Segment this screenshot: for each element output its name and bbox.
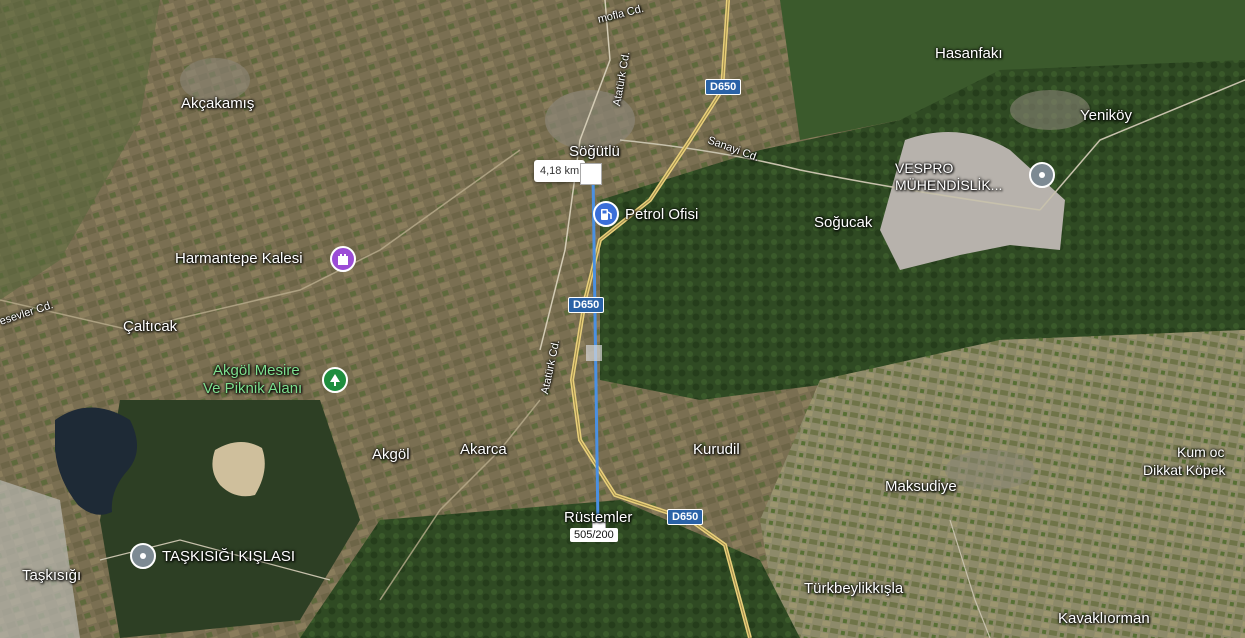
poi-label-akgol-mesire-line1[interactable]: Akgöl Mesire <box>213 362 300 379</box>
place-label-yenikoy: Yeniköy <box>1080 107 1132 124</box>
place-label-maksudiye: Maksudiye <box>885 478 957 495</box>
castle-icon[interactable] <box>330 246 356 272</box>
poi-label-petrol-ofisi[interactable]: Petrol Ofisi <box>625 206 698 223</box>
fuel-pump-icon[interactable] <box>593 201 619 227</box>
place-pin-icon[interactable] <box>130 543 156 569</box>
poi-label-taskisigi-kislasi[interactable]: TAŞKISIĞI KIŞLASI <box>162 548 295 565</box>
poi-label-kum-line2[interactable]: Dikkat Köpek <box>1143 462 1225 478</box>
poi-label-akgol-mesire-line2[interactable]: Ve Piknik Alanı <box>203 380 302 397</box>
place-label-sogutlu: Söğütlü <box>569 143 620 160</box>
place-label-rustemler: Rüstemler <box>564 509 633 526</box>
map-canvas[interactable]: 4,18 km D650 D650 D650 Petrol Ofisi Harm… <box>0 0 1245 638</box>
place-label-caltıcak: Çaltıcak <box>123 318 178 335</box>
scale-label: 505/200 <box>570 528 618 542</box>
poi-label-kum-line1[interactable]: Kum oc <box>1177 444 1224 460</box>
place-label-kavaklıorman: Kavaklıorman <box>1058 610 1150 627</box>
tree-icon[interactable] <box>322 367 348 393</box>
place-label-turkbeylikkisla: Türkbeylikkışla <box>804 580 904 597</box>
place-label-hasanfaki: Hasanfakı <box>935 45 1003 62</box>
road-shield-d650-top: D650 <box>705 79 742 95</box>
place-label-akgol: Akgöl <box>372 446 410 463</box>
place-label-kurudil: Kurudil <box>693 441 740 458</box>
measurement-start-handle[interactable] <box>580 163 602 185</box>
place-label-akcakamis: Akçakamış <box>181 95 255 112</box>
poi-label-harmantepe-kalesi[interactable]: Harmantepe Kalesi <box>175 250 303 267</box>
road-shield-d650-bottom: D650 <box>667 509 704 525</box>
place-label-sogucak: Soğucak <box>814 214 873 231</box>
place-label-taskisigi: Taşkısığı <box>22 567 82 584</box>
poi-label-vespro[interactable]: VESPRO MÜHENDİSLİK... <box>895 160 1035 194</box>
measurement-distance-label: 4,18 km <box>534 160 586 182</box>
road-shield-d650-middle: D650 <box>568 297 605 313</box>
place-label-akarca: Akarca <box>460 441 507 458</box>
